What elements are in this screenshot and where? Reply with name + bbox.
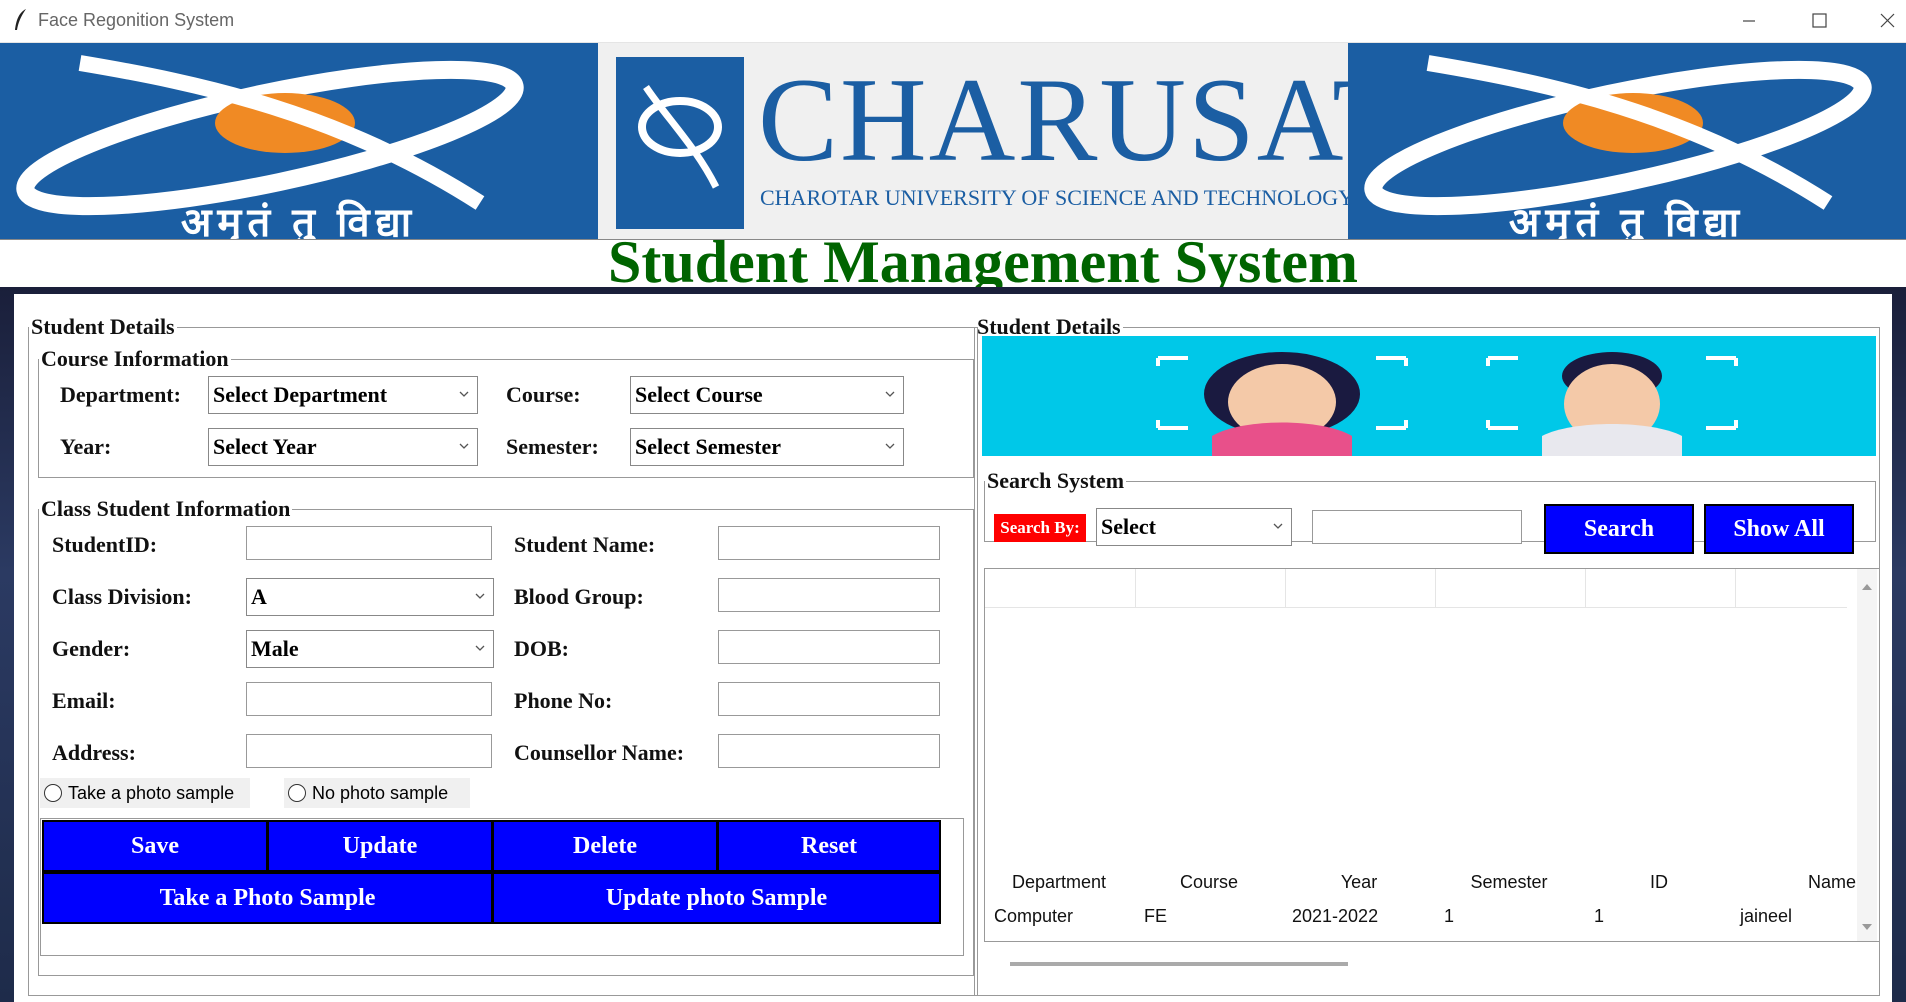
blood-group-input[interactable]: [718, 578, 940, 612]
blood-group-label: Blood Group:: [514, 584, 644, 609]
charusat-emblem-icon: [616, 57, 744, 229]
scroll-down-arrow-icon[interactable]: [1857, 917, 1877, 937]
search-by-select[interactable]: Select: [1096, 508, 1292, 546]
department-label: Department:: [60, 382, 181, 407]
year-label: Year:: [60, 434, 112, 459]
main-frame: Student Details Course Information Depar…: [14, 294, 1892, 1002]
table-cell-id[interactable]: 1: [1594, 906, 1604, 927]
phone-input[interactable]: [718, 682, 940, 716]
take-photo-radio[interactable]: Take a photo sample: [40, 778, 250, 808]
counsellor-input[interactable]: [718, 734, 940, 768]
save-button[interactable]: Save: [42, 820, 268, 872]
email-label: Email:: [52, 688, 116, 713]
course-info-legend: Course Information: [41, 346, 229, 371]
column-header-year[interactable]: Year: [1284, 872, 1434, 893]
class-division-label: Class Division:: [52, 584, 192, 609]
gender-select-value: Male: [251, 636, 299, 661]
brand-name: CHARUSAT: [758, 53, 1408, 186]
class-division-select[interactable]: A: [246, 578, 494, 616]
scroll-up-arrow-icon[interactable]: [1857, 577, 1877, 597]
course-select[interactable]: Select Course: [630, 376, 904, 414]
semester-select[interactable]: Select Semester: [630, 428, 904, 466]
student-name-input[interactable]: [718, 526, 940, 560]
chevron-down-icon: [459, 391, 469, 397]
address-input[interactable]: [246, 734, 492, 768]
dob-label: DOB:: [514, 636, 569, 661]
no-photo-radio[interactable]: No photo sample: [284, 778, 470, 808]
gender-select[interactable]: Male: [246, 630, 494, 668]
address-label: Address:: [52, 740, 136, 765]
gender-label: Gender:: [52, 636, 131, 661]
semester-label: Semester:: [506, 434, 599, 459]
column-header-semester[interactable]: Semester: [1434, 872, 1584, 893]
radio-circle-icon: [44, 784, 62, 802]
face-scan-icon: [1156, 352, 1738, 456]
page-title-container: Student Management System: [0, 226, 1906, 288]
phone-label: Phone No:: [514, 688, 613, 713]
column-header-name[interactable]: Name: [1734, 872, 1856, 893]
dob-input[interactable]: [718, 630, 940, 664]
table-cell-year[interactable]: 2021-2022: [1292, 906, 1378, 927]
course-label: Course:: [506, 382, 581, 407]
column-header-id[interactable]: ID: [1584, 872, 1734, 893]
page-title: Student Management System: [608, 229, 1358, 288]
minimize-icon[interactable]: [1726, 4, 1772, 38]
search-by-label: Search By:: [994, 514, 1086, 542]
header-banner: अमृतं तु विद्या CHARUSAT CHAROTAR UNIVER…: [0, 43, 1906, 239]
table-cell-semester[interactable]: 1: [1444, 906, 1454, 927]
close-icon[interactable]: [1864, 4, 1906, 38]
show-all-button[interactable]: Show All: [1704, 504, 1854, 554]
chevron-down-icon: [885, 443, 895, 449]
chevron-down-icon: [1273, 523, 1283, 529]
university-name: CHAROTAR UNIVERSITY OF SCIENCE AND TECHN…: [760, 185, 1355, 210]
app-feather-icon: [15, 9, 26, 30]
take-photo-radio-label: Take a photo sample: [68, 783, 235, 803]
year-select[interactable]: Select Year: [208, 428, 478, 466]
take-photo-button[interactable]: Take a Photo Sample: [42, 872, 493, 924]
reset-button[interactable]: Reset: [717, 820, 941, 872]
face-recognition-banner: [982, 336, 1876, 456]
student-id-label: StudentID:: [52, 532, 158, 557]
course-select-value: Select Course: [635, 382, 763, 407]
search-input[interactable]: [1312, 510, 1522, 544]
right-logo-image: अमृतं तु विद्या: [1348, 43, 1906, 239]
class-division-select-value: A: [251, 584, 267, 609]
update-photo-button[interactable]: Update photo Sample: [492, 872, 941, 924]
table-header: [985, 569, 1847, 608]
student-details-legend: Student Details: [31, 314, 175, 339]
maximize-icon[interactable]: [1796, 4, 1842, 38]
chevron-down-icon: [459, 443, 469, 449]
chevron-down-icon: [475, 593, 485, 599]
vertical-scrollbar[interactable]: [1857, 569, 1877, 941]
column-header-course[interactable]: Course: [1134, 872, 1284, 893]
table-cell-department[interactable]: Computer: [994, 906, 1073, 927]
table-cell-course[interactable]: FE: [1144, 906, 1167, 927]
department-select-value: Select Department: [213, 382, 388, 407]
horizontal-scrollbar[interactable]: [1010, 962, 1348, 966]
counsellor-label: Counsellor Name:: [514, 740, 685, 765]
update-button[interactable]: Update: [267, 820, 493, 872]
year-select-value: Select Year: [213, 434, 317, 459]
radio-circle-icon: [288, 784, 306, 802]
student-name-label: Student Name:: [514, 532, 656, 557]
search-system-legend: Search System: [987, 468, 1125, 493]
column-header-department[interactable]: Department: [984, 872, 1134, 893]
delete-button[interactable]: Delete: [492, 820, 718, 872]
semester-select-value: Select Semester: [635, 434, 781, 459]
search-button[interactable]: Search: [1544, 504, 1694, 554]
student-id-input[interactable]: [246, 526, 492, 560]
title-bar: Face Regonition System: [0, 0, 1906, 43]
chevron-down-icon: [885, 391, 895, 397]
email-input[interactable]: [246, 682, 492, 716]
chevron-down-icon: [475, 645, 485, 651]
left-logo-image: अमृतं तु विद्या: [0, 43, 598, 239]
department-select[interactable]: Select Department: [208, 376, 478, 414]
charusat-logo: CHARUSAT CHAROTAR UNIVERSITY OF SCIENCE …: [598, 43, 1405, 239]
search-by-select-value: Select: [1101, 514, 1156, 539]
window-title: Face Regonition System: [38, 10, 235, 30]
class-info-legend: Class Student Information: [41, 496, 291, 521]
table-cell-name[interactable]: jaineel: [1740, 906, 1792, 927]
no-photo-radio-label: No photo sample: [312, 783, 449, 803]
